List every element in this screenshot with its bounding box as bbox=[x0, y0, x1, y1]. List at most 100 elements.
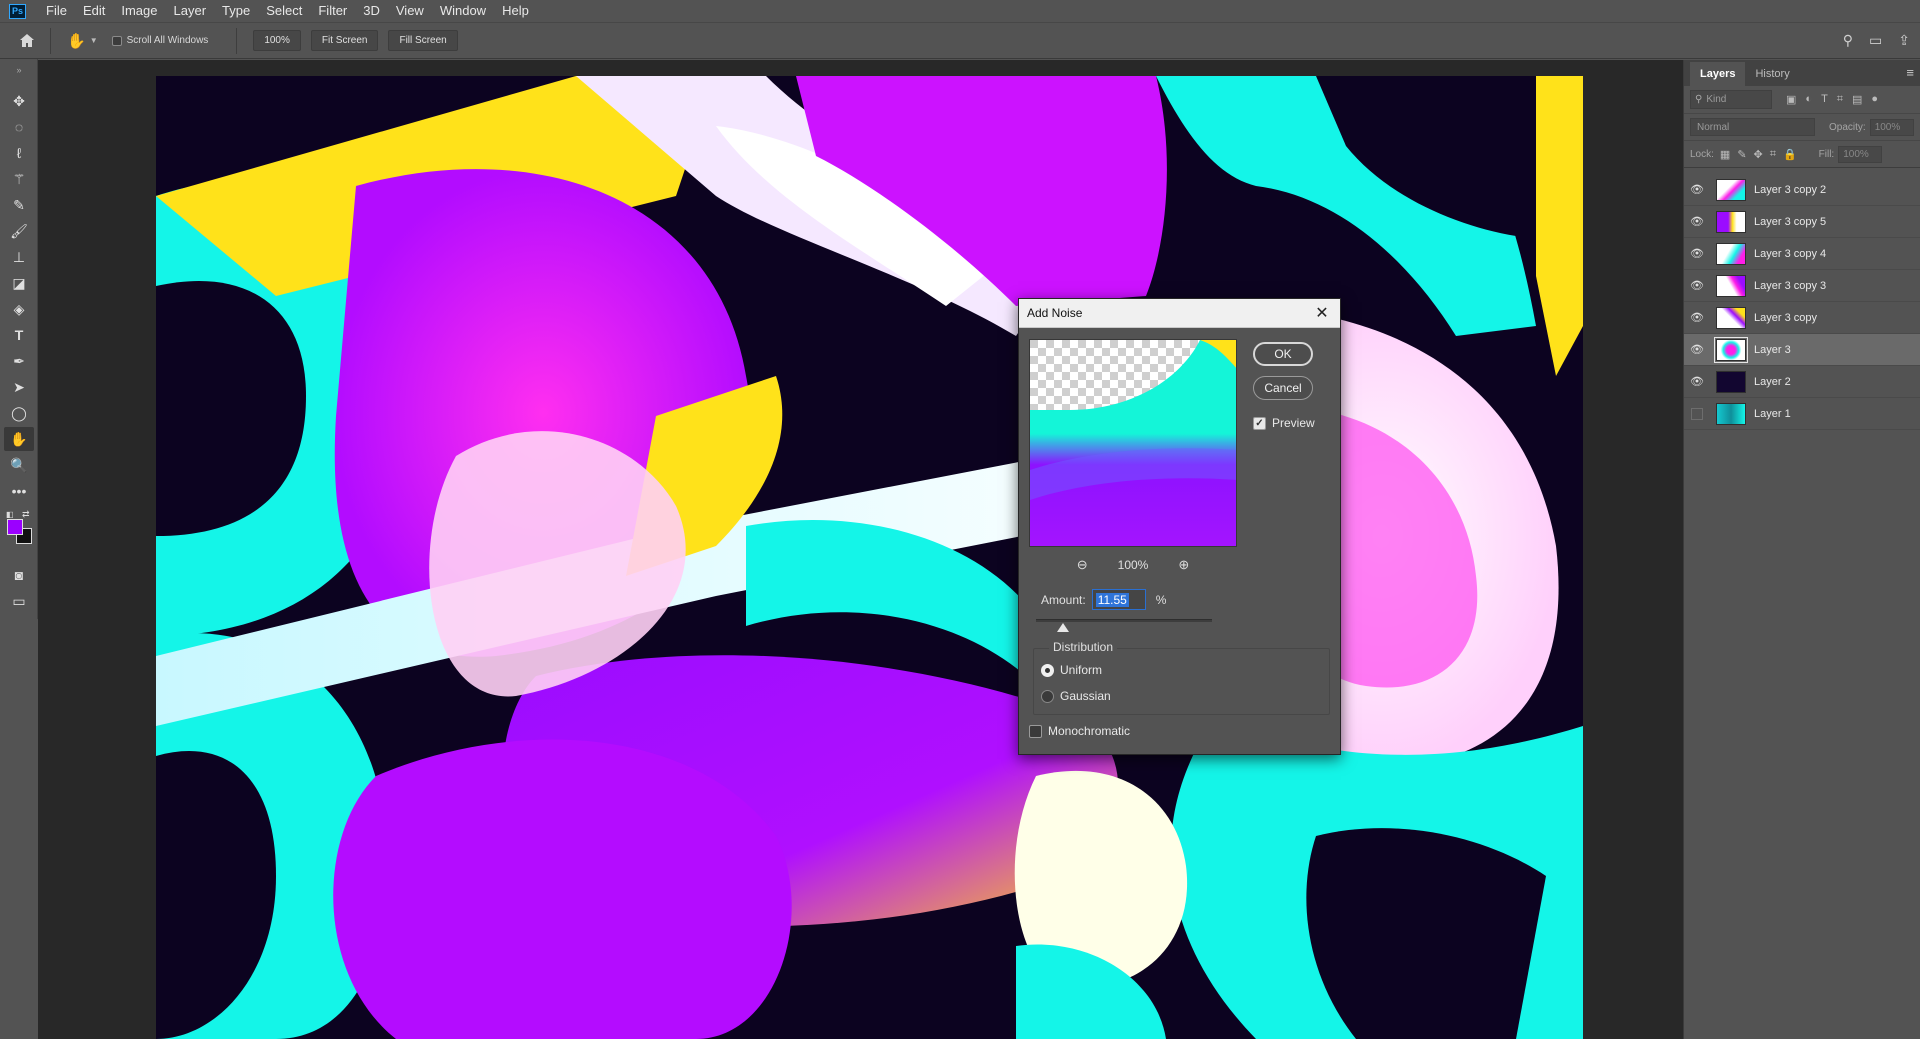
lock-transparent-icon[interactable]: ▦ bbox=[1720, 148, 1730, 161]
zoom-in-icon[interactable]: ⊕ bbox=[1178, 557, 1189, 573]
eye-icon[interactable]: 👁 bbox=[1684, 247, 1710, 260]
filter-toggle-icon[interactable]: ● bbox=[1871, 93, 1878, 106]
paint-bucket-icon[interactable]: ◈ bbox=[4, 297, 34, 321]
magic-wand-icon[interactable]: ⚚ bbox=[4, 167, 34, 191]
eye-icon[interactable]: 👁 bbox=[1684, 311, 1710, 324]
layer-row[interactable]: 👁 Layer 2 bbox=[1684, 366, 1920, 398]
fill-screen-button[interactable]: Fill Screen bbox=[388, 30, 458, 51]
lock-artboard-icon[interactable]: ⌗ bbox=[1770, 148, 1776, 161]
stamp-icon[interactable]: ⊥ bbox=[4, 245, 34, 269]
menu-help[interactable]: Help bbox=[494, 0, 537, 22]
cancel-button[interactable]: Cancel bbox=[1253, 376, 1313, 400]
eye-icon[interactable]: 👁 bbox=[1684, 183, 1710, 196]
pixel-filter-icon[interactable]: ▣ bbox=[1786, 93, 1796, 106]
layer-row[interactable]: 👁 Layer 3 copy 2 bbox=[1684, 174, 1920, 206]
foreground-color-swatch[interactable] bbox=[7, 519, 23, 535]
collapse-icon[interactable]: » bbox=[4, 65, 34, 75]
chevron-down-icon[interactable]: ▼ bbox=[90, 36, 98, 45]
menu-image[interactable]: Image bbox=[113, 0, 165, 22]
menu-select[interactable]: Select bbox=[258, 0, 310, 22]
layer-row[interactable]: 👁 Layer 3 copy 5 bbox=[1684, 206, 1920, 238]
document-canvas[interactable] bbox=[156, 76, 1583, 1039]
zoom-icon[interactable]: 🔍 bbox=[4, 453, 34, 477]
path-select-icon[interactable]: ➤ bbox=[4, 375, 34, 399]
lasso-icon[interactable]: ℓ bbox=[4, 141, 34, 165]
visibility-toggle[interactable] bbox=[1691, 407, 1703, 420]
smart-object-filter-icon[interactable]: ▤ bbox=[1852, 93, 1862, 106]
ok-button[interactable]: OK bbox=[1253, 342, 1313, 366]
layer-row[interactable]: 👁 Layer 3 copy 3 bbox=[1684, 270, 1920, 302]
type-icon[interactable]: T bbox=[4, 323, 34, 347]
fit-screen-button[interactable]: Fit Screen bbox=[310, 30, 379, 51]
tab-history[interactable]: History bbox=[1745, 62, 1799, 86]
hand-icon[interactable]: ✋ bbox=[4, 427, 34, 451]
eyedropper-icon[interactable]: ✎ bbox=[4, 193, 34, 217]
menu-file[interactable]: File bbox=[38, 0, 75, 22]
menu-layer[interactable]: Layer bbox=[166, 0, 215, 22]
amount-input[interactable]: 11.55 bbox=[1091, 589, 1146, 610]
type-filter-icon[interactable]: T bbox=[1821, 93, 1828, 106]
search-icon[interactable]: ⚲ bbox=[1843, 32, 1853, 49]
close-icon[interactable]: ✕ bbox=[1312, 303, 1332, 323]
menu-window[interactable]: Window bbox=[432, 0, 494, 22]
default-colors-icon[interactable]: ◧ bbox=[6, 510, 14, 519]
lock-all-icon[interactable]: 🔒 bbox=[1783, 148, 1797, 161]
shape-filter-icon[interactable]: ⌗ bbox=[1837, 93, 1843, 106]
monochromatic-checkbox[interactable]: Monochromatic bbox=[1029, 724, 1130, 738]
hand-tool-icon[interactable]: ✋ bbox=[67, 32, 86, 50]
amount-slider-track[interactable] bbox=[1036, 619, 1212, 622]
amount-slider-thumb[interactable] bbox=[1057, 623, 1069, 632]
radio-icon[interactable] bbox=[1041, 689, 1054, 703]
layers-list: 👁 Layer 3 copy 2 👁 Layer 3 copy 5 👁 Laye… bbox=[1684, 168, 1920, 430]
radio-selected-icon[interactable] bbox=[1041, 663, 1054, 677]
layer-name: Layer 3 bbox=[1754, 343, 1791, 356]
layer-row[interactable]: 👁 Layer 3 copy 4 bbox=[1684, 238, 1920, 270]
opacity-field[interactable]: 100% bbox=[1869, 118, 1914, 136]
pen-icon[interactable]: ✒ bbox=[4, 349, 34, 373]
adjustment-filter-icon[interactable]: ◐ bbox=[1805, 93, 1812, 106]
scroll-all-windows-checkbox[interactable]: Scroll All Windows bbox=[111, 35, 208, 46]
amount-value: 11.55 bbox=[1095, 592, 1129, 607]
eye-icon[interactable]: 👁 bbox=[1684, 343, 1710, 356]
layer-row-selected[interactable]: 👁 Layer 3 bbox=[1684, 334, 1920, 366]
menu-edit[interactable]: Edit bbox=[75, 0, 113, 22]
home-icon[interactable] bbox=[10, 33, 44, 48]
zoom-100-button[interactable]: 100% bbox=[253, 30, 301, 51]
check-icon[interactable]: ✓ bbox=[1253, 416, 1266, 430]
kind-filter-dropdown[interactable]: ⚲ Kind bbox=[1690, 90, 1772, 109]
checkbox-box[interactable] bbox=[1029, 724, 1042, 738]
checkbox-box[interactable] bbox=[111, 35, 122, 46]
screen-mode-icon[interactable]: ▭ bbox=[4, 589, 34, 613]
ellipse-icon[interactable]: ◯ bbox=[4, 401, 34, 425]
swap-colors-icon[interactable]: ⇄ bbox=[22, 509, 30, 520]
layer-thumbnail bbox=[1714, 336, 1748, 363]
lock-image-icon[interactable]: ✎ bbox=[1737, 148, 1746, 161]
marquee-icon[interactable]: ◌ bbox=[4, 115, 34, 139]
zoom-out-icon[interactable]: ⊖ bbox=[1077, 557, 1088, 573]
menu-type[interactable]: Type bbox=[214, 0, 258, 22]
fill-field[interactable]: 100% bbox=[1838, 145, 1883, 163]
panel-menu-icon[interactable]: ≡ bbox=[1906, 65, 1914, 80]
menu-3d[interactable]: 3D bbox=[355, 0, 388, 22]
blend-mode-dropdown[interactable]: Normal bbox=[1690, 118, 1815, 136]
filter-preview[interactable] bbox=[1029, 339, 1237, 547]
preview-checkbox[interactable]: ✓ Preview bbox=[1253, 416, 1315, 430]
uniform-radio[interactable]: Uniform bbox=[1041, 663, 1102, 677]
quick-mask-icon[interactable]: ◙ bbox=[4, 563, 34, 587]
workspace-icon[interactable]: ▭ bbox=[1869, 32, 1882, 49]
eraser-icon[interactable]: ◪ bbox=[4, 271, 34, 295]
lock-position-icon[interactable]: ✥ bbox=[1754, 148, 1763, 161]
move-icon[interactable]: ✥ bbox=[4, 89, 34, 113]
eye-icon[interactable]: 👁 bbox=[1684, 215, 1710, 228]
eye-icon[interactable]: 👁 bbox=[1684, 375, 1710, 388]
tab-layers[interactable]: Layers bbox=[1690, 62, 1746, 86]
share-icon[interactable]: ⇪ bbox=[1898, 32, 1910, 49]
more-icon[interactable]: ••• bbox=[4, 479, 34, 503]
eye-icon[interactable]: 👁 bbox=[1684, 279, 1710, 292]
gaussian-radio[interactable]: Gaussian bbox=[1041, 689, 1111, 703]
layer-row[interactable]: 👁 Layer 3 copy bbox=[1684, 302, 1920, 334]
menu-filter[interactable]: Filter bbox=[310, 0, 355, 22]
menu-view[interactable]: View bbox=[388, 0, 432, 22]
layer-row[interactable]: Layer 1 bbox=[1684, 398, 1920, 430]
brush-icon[interactable]: 🖌 bbox=[4, 219, 34, 243]
